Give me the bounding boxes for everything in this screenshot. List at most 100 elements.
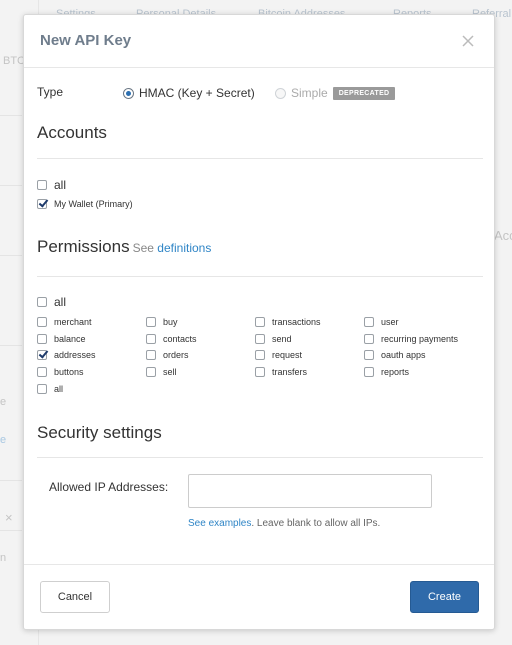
- permission-recurring-payments[interactable]: recurring payments: [364, 334, 458, 344]
- permission-label: contacts: [163, 334, 197, 344]
- close-icon: [462, 35, 474, 47]
- permission-contacts[interactable]: contacts: [146, 334, 197, 344]
- permission-all-secondary[interactable]: all: [37, 384, 63, 394]
- background-fragment: n: [0, 552, 7, 564]
- permission-label: user: [381, 317, 399, 327]
- ip-help-text: . Leave blank to allow all IPs.: [251, 518, 381, 529]
- permission-checkbox[interactable]: [146, 317, 156, 327]
- background-rule: [0, 255, 22, 256]
- permission-checkbox[interactable]: [255, 334, 265, 344]
- permission-merchant[interactable]: merchant: [37, 317, 92, 327]
- definitions-link[interactable]: definitions: [157, 241, 211, 255]
- permission-label: all: [54, 384, 64, 394]
- account-my-wallet-checkbox[interactable]: [37, 199, 47, 209]
- background-rule: [0, 530, 22, 531]
- create-button[interactable]: Create: [410, 581, 479, 613]
- permission-label: addresses: [54, 350, 96, 360]
- account-my-wallet-label: My Wallet (Primary): [54, 199, 133, 209]
- see-examples-link[interactable]: See examples: [188, 518, 251, 529]
- background-fragment: ×: [5, 510, 13, 525]
- background-fragment: Acco: [494, 228, 512, 243]
- permission-checkbox[interactable]: [146, 334, 156, 344]
- permission-checkbox[interactable]: [255, 350, 265, 360]
- accounts-divider: [37, 158, 483, 159]
- permission-label: send: [272, 334, 292, 344]
- type-row: Type HMAC (Key + Secret) Simple DEPRECAT…: [37, 83, 487, 103]
- ip-help: See examples. Leave blank to allow all I…: [188, 518, 380, 529]
- permission-label: buttons: [54, 367, 84, 377]
- modal-header: New API Key: [24, 15, 494, 68]
- deprecated-badge: DEPRECATED: [332, 86, 396, 100]
- permission-checkbox[interactable]: [364, 367, 374, 377]
- cancel-button[interactable]: Cancel: [40, 581, 110, 613]
- background-rule: [0, 480, 22, 481]
- permission-send[interactable]: send: [255, 334, 292, 344]
- permission-addresses[interactable]: addresses: [37, 350, 96, 360]
- permission-request[interactable]: request: [255, 350, 302, 360]
- permission-label: request: [272, 350, 303, 360]
- see-text: See: [132, 241, 154, 255]
- type-option-label: Simple: [291, 86, 328, 100]
- type-option-hmac[interactable]: HMAC (Key + Secret): [123, 83, 255, 103]
- permission-transactions[interactable]: transactions: [255, 317, 321, 327]
- permission-buy[interactable]: buy: [146, 317, 178, 327]
- allowed-ip-input[interactable]: [188, 474, 432, 508]
- permission-checkbox[interactable]: [255, 317, 265, 327]
- permission-checkbox[interactable]: [37, 384, 47, 394]
- modal-footer-divider: [24, 564, 494, 565]
- permission-all-label: all: [54, 295, 67, 309]
- permission-checkbox[interactable]: [146, 350, 156, 360]
- account-all-checkbox[interactable]: [37, 180, 47, 190]
- permission-checkbox[interactable]: [146, 367, 156, 377]
- permission-checkbox[interactable]: [364, 350, 374, 360]
- background-fragment: e: [0, 396, 7, 408]
- type-option-label: HMAC (Key + Secret): [139, 86, 255, 100]
- accounts-title: Accounts: [37, 123, 107, 143]
- permission-label: recurring payments: [381, 334, 459, 344]
- permission-label: merchant: [54, 317, 92, 327]
- permission-orders[interactable]: orders: [146, 350, 189, 360]
- account-all[interactable]: all: [37, 178, 66, 192]
- close-button[interactable]: [460, 33, 476, 49]
- permission-checkbox[interactable]: [255, 367, 265, 377]
- new-api-key-modal: New API Key Type HMAC (Key + Secret) Sim…: [23, 14, 495, 630]
- background-rule: [0, 345, 22, 346]
- permission-oauth-apps[interactable]: oauth apps: [364, 350, 426, 360]
- background-rule: [0, 115, 22, 116]
- permission-sell[interactable]: sell: [146, 367, 177, 377]
- permission-checkbox[interactable]: [37, 334, 47, 344]
- permission-user[interactable]: user: [364, 317, 399, 327]
- account-my-wallet[interactable]: My Wallet (Primary): [37, 199, 133, 209]
- type-option-simple[interactable]: Simple DEPRECATED: [275, 83, 396, 103]
- permission-label: transfers: [272, 367, 308, 377]
- permission-label: reports: [381, 367, 410, 377]
- permission-checkbox[interactable]: [364, 334, 374, 344]
- permissions-title-text: Permissions: [37, 237, 130, 256]
- radio-hmac[interactable]: [123, 87, 134, 99]
- permission-all-checkbox[interactable]: [37, 297, 47, 307]
- permission-label: buy: [163, 317, 178, 327]
- permission-balance[interactable]: balance: [37, 334, 86, 344]
- accounts-title-text: Accounts: [37, 123, 107, 142]
- background-rule: [0, 185, 22, 186]
- permission-label: balance: [54, 334, 86, 344]
- radio-simple[interactable]: [275, 87, 286, 99]
- allowed-ip-label: Allowed IP Addresses:: [49, 480, 169, 494]
- account-all-label: all: [54, 178, 67, 192]
- permission-reports[interactable]: reports: [364, 367, 409, 377]
- permission-label: oauth apps: [381, 350, 426, 360]
- permission-checkbox[interactable]: [37, 350, 47, 360]
- modal-title: New API Key: [40, 32, 132, 49]
- permissions-divider: [37, 276, 483, 277]
- permission-checkbox[interactable]: [37, 367, 47, 377]
- background-fragment: BTC: [3, 55, 25, 67]
- permission-checkbox[interactable]: [364, 317, 374, 327]
- permission-checkbox[interactable]: [37, 317, 47, 327]
- permission-all[interactable]: all: [37, 295, 66, 309]
- permissions-see: See definitions: [133, 241, 212, 255]
- type-label: Type: [37, 85, 64, 99]
- background-fragment: e: [0, 434, 7, 446]
- permission-transfers[interactable]: transfers: [255, 367, 307, 377]
- permission-buttons[interactable]: buttons: [37, 367, 84, 377]
- permissions-title: Permissions See definitions: [37, 237, 211, 257]
